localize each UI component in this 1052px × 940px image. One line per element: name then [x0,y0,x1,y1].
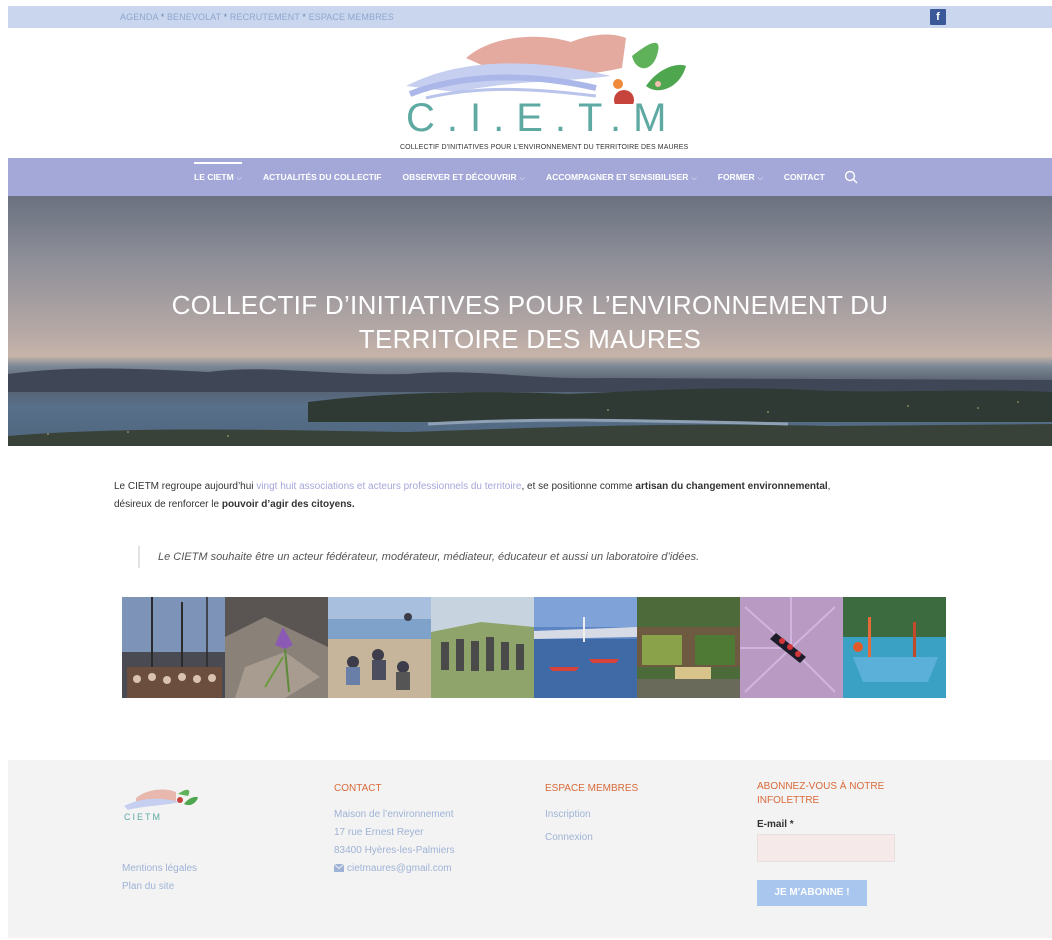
contact-email-link[interactable]: cietmaures@gmail.com [334,860,455,878]
nav-item-actualites[interactable]: ACTUALITÉS DU COLLECTIF [263,172,382,182]
inscription-link[interactable]: Inscription [545,806,638,824]
nav-item-label: ACTUALITÉS DU COLLECTIF [262,172,382,182]
connexion-link[interactable]: Connexion [545,829,638,847]
chevron-down-icon: ⌵ [519,174,525,182]
gallery-image-fishing-boats[interactable] [843,597,946,698]
members-heading: ESPACE MEMBRES [545,783,639,794]
intro-bold-text: pouvoir d’agir des citoyens. [221,499,355,510]
main-nav: LE CIETM ⌵ ACTUALITÉS DU COLLECTIF OBSERV… [8,158,1052,196]
envelope-icon [334,864,344,872]
hero-title-line: COLLECTIF D’INITIATIVES POUR L’ENVIRONNE… [171,290,889,320]
intro-text: Le CIETM regroupe aujourd’hui vingt huit… [114,478,944,514]
footer-members: ESPACE MEMBRES Inscription Connexion [545,780,638,847]
footer-logo-icon[interactable]: CIETM [122,784,200,828]
newsletter-heading: ABONNEZ-VOUS À NOTRE INFOLETTRE [757,780,895,808]
legal-links: Mentions légales Plan du site [122,860,197,896]
top-link-separator: * [160,12,165,22]
chevron-down-icon: ⌵ [691,174,697,182]
top-link-agenda[interactable]: AGENDA [120,12,158,22]
contact-line: 83400 Hyères-les-Palmiers [334,845,455,856]
top-link-benevolat[interactable]: BENEVOLAT [167,12,221,22]
nav-item-label: FORMER [717,171,755,182]
gallery-image-hikers[interactable] [431,597,534,698]
mentions-legales-link[interactable]: Mentions légales [122,860,197,878]
footer-newsletter: ABONNEZ-VOUS À NOTRE INFOLETTRE E-mail *… [757,780,895,906]
associations-link[interactable]: vingt huit associations et acteurs profe… [256,481,521,492]
top-links: AGENDA * BENEVOLAT * RECRUTEMENT * ESPAC… [120,6,394,28]
logo-graphic-icon[interactable] [396,32,696,104]
top-link-separator: * [302,12,307,22]
intro-text-span: , [827,481,831,492]
contact-heading: CONTACT [334,783,382,794]
top-link-espace-membres[interactable]: ESPACE MEMBRES [309,12,394,22]
gallery-image-kayaks[interactable] [534,597,637,698]
hero-banner: COLLECTIF D’INITIATIVES POUR L’ENVIRONNE… [8,196,1052,446]
logo-subtitle: COLLECTIF D'INITIATIVES POUR L'ENVIRONNE… [400,144,689,151]
search-icon[interactable] [844,170,858,184]
footer: CIETM Mentions légales Plan du site CONT… [8,760,1052,938]
top-bar: AGENDA * BENEVOLAT * RECRUTEMENT * ESPAC… [8,6,1052,28]
intro-bold-text: artisan du changement environnemental [635,481,828,492]
gallery-image-beach-group[interactable] [328,597,431,698]
top-link-recrutement[interactable]: RECRUTEMENT [230,12,300,22]
top-link-separator: * [223,12,228,22]
intro-text-span: Le CIETM regroupe aujourd’hui [114,481,257,492]
nav-item-label: LE CIETM [194,171,234,182]
contact-line: Maison de l’environnement [334,809,454,820]
contact-email: cietmaures@gmail.com [347,863,452,874]
hero-title-line: TERRITOIRE DES MAURES [358,324,702,354]
contact-line: 17 rue Ernest Reyer [334,827,424,838]
nav-item-former[interactable]: FORMER ⌵ [718,172,763,183]
logo-text: C.I.E.T.M [406,96,679,140]
svg-text:CIETM: CIETM [124,812,162,822]
chevron-down-icon: ⌵ [757,174,763,182]
site-header: C.I.E.T.M COLLECTIF D'INITIATIVES POUR L… [8,28,1052,158]
facebook-icon[interactable]: f [930,9,946,25]
chevron-down-icon: ⌵ [236,174,242,182]
nav-item-label: ACCOMPAGNER ET SENSIBILISER [545,171,689,182]
nav-item-observer[interactable]: OBSERVER ET DÉCOUVRIR ⌵ [403,172,525,183]
hero-title: COLLECTIF D’INITIATIVES POUR L’ENVIRONNE… [8,288,1052,356]
nav-item-label: OBSERVER ET DÉCOUVRIR [402,171,517,182]
intro-paragraph: Le CIETM regroupe aujourd’hui vingt huit… [114,478,944,514]
photo-gallery [122,597,946,698]
intro-text-span: désireux de renforcer le [114,499,222,510]
nav-item-accompagner[interactable]: ACCOMPAGNER ET SENSIBILISER ⌵ [546,172,697,183]
newsletter-heading-line: INFOLETTRE [757,795,820,806]
blockquote: Le CIETM souhaite être un acteur fédérat… [138,546,699,568]
subscribe-button[interactable]: JE M'ABONNE ! [757,880,867,906]
newsletter-heading-line: ABONNEZ-VOUS À NOTRE [757,781,885,792]
email-input[interactable] [757,834,895,862]
gallery-image-crocus[interactable] [225,597,328,698]
gallery-image-garden-sign[interactable] [637,597,740,698]
plan-du-site-link[interactable]: Plan du site [122,878,197,896]
nav-item-le-cietm[interactable]: LE CIETM ⌵ [194,161,242,183]
nav-item-label: CONTACT [783,172,825,182]
email-label: E-mail * [757,819,794,830]
gallery-image-moth[interactable] [740,597,843,698]
nav-item-contact[interactable]: CONTACT [784,172,825,182]
intro-text-span: , et se positionne comme [521,481,636,492]
gallery-image-sailboat[interactable] [122,597,225,698]
footer-contact: CONTACT Maison de l’environnement 17 rue… [334,780,455,878]
